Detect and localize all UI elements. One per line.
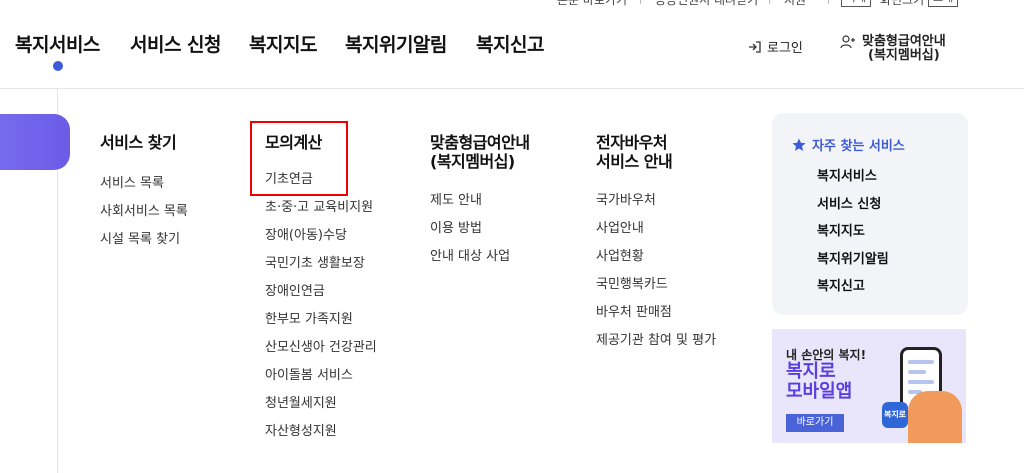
active-menu-tab[interactable] [0, 114, 70, 170]
login-icon [749, 40, 761, 53]
header-divider [0, 88, 1024, 89]
banner-headline: 복지로 모바일앱 [786, 362, 852, 402]
menu-item-childcare-service[interactable]: 아이돌봄 서비스 [265, 362, 377, 390]
font-size-label: 화면크기 [880, 0, 925, 7]
menu-item-service-list[interactable]: 서비스 목록 [100, 170, 188, 198]
menu-item-facility-search[interactable]: 시설 목록 찾기 [100, 226, 188, 254]
menu-item-basic-livelihood[interactable]: 국민기초 생활보장 [265, 250, 377, 278]
gnb-item-welfare-map[interactable]: 복지지도 [249, 30, 317, 57]
banner-headline-line1: 복지로 [786, 361, 836, 382]
menu-item-single-parent-support[interactable]: 한부모 가족지원 [265, 306, 377, 334]
menu-item-how-to-use[interactable]: 이용 방법 [430, 215, 530, 243]
menu-item-maternal-care[interactable]: 산모신생아 건강관리 [265, 334, 377, 362]
banner-headline-line2: 모바일앱 [786, 381, 853, 402]
menu-item-asset-building[interactable]: 자산형성지원 [265, 418, 377, 446]
favorites-title: 자주 찾는 서비스 [792, 135, 905, 154]
menu-item-disability-pension[interactable]: 장애인연금 [265, 278, 377, 306]
menu-item-youth-rent-support[interactable]: 청년월세지원 [265, 390, 377, 418]
menu-item-education-support[interactable]: 초·중·고 교육비지원 [265, 194, 377, 222]
column-title-line1: 전자바우처 [596, 133, 668, 152]
column-title-line1: 맞춤형급여안내 [430, 133, 530, 152]
gnb-item-crisis-alert[interactable]: 복지위기알림 [345, 30, 447, 57]
membership-label-line2: (복지멤버십) [868, 48, 940, 63]
user-plus-icon [840, 35, 855, 49]
gnb-item-welfare-report[interactable]: 복지신고 [476, 30, 544, 57]
menu-item-program-guide[interactable]: 사업안내 [596, 215, 716, 243]
menu-column-membership: 맞춤형급여안내 (복지멤버십) 제도 안내 이용 방법 안내 대상 사업 [430, 133, 530, 271]
utility-bar: 본문 바로가기 공공민원서 내려받기 지원 작게 화면크기 크게 [0, 0, 1024, 9]
column-title[interactable]: 맞춤형급여안내 (복지멤버십) [430, 133, 530, 171]
column-title[interactable]: 전자바우처 서비스 안내 [596, 133, 716, 171]
app-logo-icon: 복지로 [882, 402, 908, 428]
menu-item-disability-allowance[interactable]: 장애(아동)수당 [265, 222, 377, 250]
banner-go-button[interactable]: 바로가기 [786, 414, 844, 432]
favorite-item[interactable]: 복지신고 [817, 273, 889, 301]
menu-column-service-find: 서비스 찾기 서비스 목록 사회서비스 목록 시설 목록 찾기 [100, 133, 188, 254]
menu-item-voucher-stores[interactable]: 바우처 판매점 [596, 299, 716, 327]
menu-item-provider-evaluation[interactable]: 제공기관 참여 및 평가 [596, 327, 716, 355]
favorites-panel: 자주 찾는 서비스 복지서비스 서비스 신청 복지지도 복지위기알림 복지신고 [772, 113, 968, 315]
menu-item-system-guide[interactable]: 제도 안내 [430, 187, 530, 215]
gnb-item-welfare-service[interactable]: 복지서비스 [15, 30, 100, 57]
active-indicator-dot [53, 61, 63, 71]
column-title-line2: (복지멤버십) [430, 152, 515, 171]
support-menu[interactable]: 지원 [784, 0, 806, 8]
membership-link[interactable]: 맞춤형급여안내 (복지멤버십) [840, 35, 946, 63]
favorite-item[interactable]: 복지지도 [817, 218, 889, 246]
menu-item-social-service-list[interactable]: 사회서비스 목록 [100, 198, 188, 226]
menu-item-national-voucher[interactable]: 국가바우처 [596, 187, 716, 215]
font-large-button[interactable]: 크게 [928, 0, 959, 7]
menu-item-happiness-card[interactable]: 국민행복카드 [596, 271, 716, 299]
hand-illustration-icon [908, 391, 962, 443]
gnb-item-service-apply[interactable]: 서비스 신청 [130, 30, 222, 57]
column-title[interactable]: 서비스 찾기 [100, 133, 188, 152]
menu-item-target-programs[interactable]: 안내 대상 사업 [430, 243, 530, 271]
star-icon [792, 138, 806, 151]
login-button[interactable]: 로그인 [748, 37, 803, 56]
favorite-item[interactable]: 복지서비스 [817, 163, 889, 191]
skip-to-content-link[interactable]: 본문 바로가기 [557, 0, 627, 8]
membership-label-line1: 맞춤형급여안내 [862, 34, 946, 49]
highlight-box [250, 121, 348, 196]
favorite-item[interactable]: 서비스 신청 [817, 191, 889, 219]
column-title-line2: 서비스 안내 [596, 152, 673, 171]
download-link[interactable]: 공공민원서 내려받기 [655, 0, 758, 8]
favorites-title-label: 자주 찾는 서비스 [812, 139, 905, 154]
font-small-button[interactable]: 작게 [841, 0, 872, 7]
mobile-app-banner[interactable]: 내 손안의 복지! 복지로 모바일앱 바로가기 복지로 [772, 329, 966, 443]
favorite-item[interactable]: 복지위기알림 [817, 246, 889, 274]
menu-item-program-status[interactable]: 사업현황 [596, 243, 716, 271]
menu-column-voucher: 전자바우처 서비스 안내 국가바우처 사업안내 사업현황 국민행복카드 바우처 … [596, 133, 716, 355]
login-label: 로그인 [767, 41, 803, 56]
